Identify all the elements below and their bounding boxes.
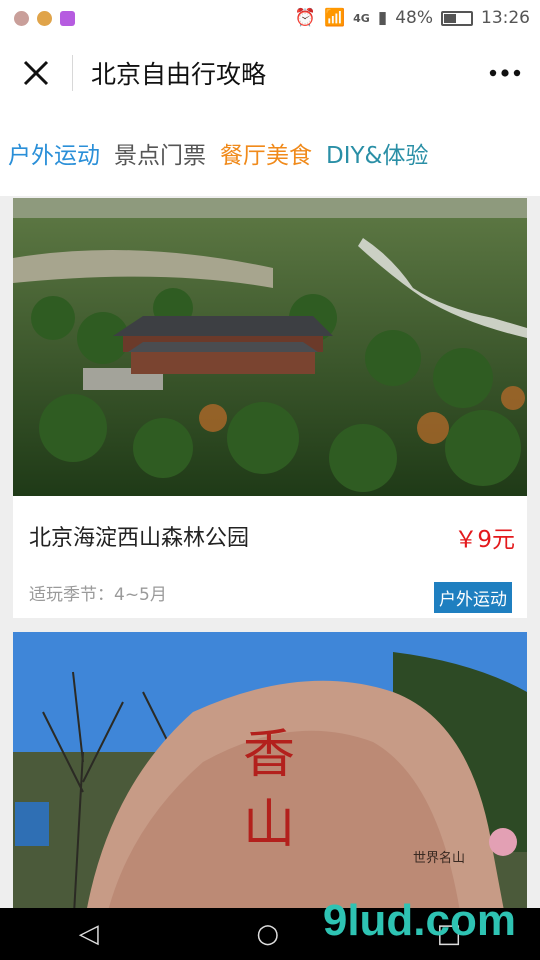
more-icon bbox=[489, 69, 521, 77]
clock: 13:26 bbox=[481, 8, 530, 28]
svg-text:山: 山 bbox=[243, 795, 295, 855]
chat-notification-icon bbox=[37, 10, 52, 26]
attraction-card[interactable]: 北京海淀西山森林公园 ￥9元 适玩季节：4~5月 户外运动 bbox=[13, 198, 527, 618]
back-icon[interactable]: ◁ bbox=[79, 919, 99, 949]
tab-outdoor[interactable]: 户外运动 bbox=[8, 136, 100, 170]
attraction-price: ￥9元 bbox=[454, 527, 515, 553]
app-notification-icon bbox=[14, 10, 29, 26]
attraction-list: 北京海淀西山森林公园 ￥9元 适玩季节：4~5月 户外运动 香 山 世界名山 bbox=[0, 196, 540, 908]
status-right: ⏰ 📶 4G ▮ 48% 13:26 bbox=[295, 8, 530, 28]
status-bar: ⏰ 📶 4G ▮ 48% 13:26 bbox=[0, 0, 540, 36]
more-button[interactable] bbox=[470, 36, 540, 110]
svg-text:世界名山: 世界名山 bbox=[413, 850, 465, 866]
page-title: 北京自由行攻略 bbox=[91, 60, 267, 89]
attraction-photo: 香 山 世界名山 bbox=[13, 632, 527, 908]
attraction-photo bbox=[13, 198, 527, 496]
tab-tickets[interactable]: 景点门票 bbox=[114, 136, 206, 170]
attraction-season: 适玩季节：4~5月 bbox=[29, 585, 167, 605]
attraction-card[interactable]: 香 山 世界名山 bbox=[13, 632, 527, 908]
close-icon bbox=[23, 60, 49, 86]
attraction-title: 北京海淀西山森林公园 bbox=[29, 526, 250, 551]
tab-food[interactable]: 餐厅美食 bbox=[220, 136, 312, 170]
network-label: 4G bbox=[353, 11, 370, 25]
battery-icon bbox=[441, 10, 473, 26]
home-icon[interactable]: ○ bbox=[256, 919, 279, 949]
close-button[interactable] bbox=[0, 36, 72, 110]
battery-percent: 48% bbox=[395, 8, 433, 28]
site-watermark: 9lud.com bbox=[322, 896, 516, 945]
category-tag: 户外运动 bbox=[434, 582, 512, 613]
wifi-icon: 📶 bbox=[323, 8, 346, 28]
alarm-icon: ⏰ bbox=[294, 8, 316, 28]
tab-diy[interactable]: DIY&体验 bbox=[326, 136, 428, 170]
nav-bar: 北京自由行攻略 bbox=[0, 36, 540, 110]
signal-icon: ▮ bbox=[377, 8, 388, 28]
svg-text:香: 香 bbox=[243, 725, 295, 785]
category-tabs: 户外运动 景点门票 餐厅美食 DIY&体验 bbox=[0, 110, 540, 196]
notification-icons bbox=[14, 10, 75, 26]
gallery-notification-icon bbox=[60, 10, 75, 26]
